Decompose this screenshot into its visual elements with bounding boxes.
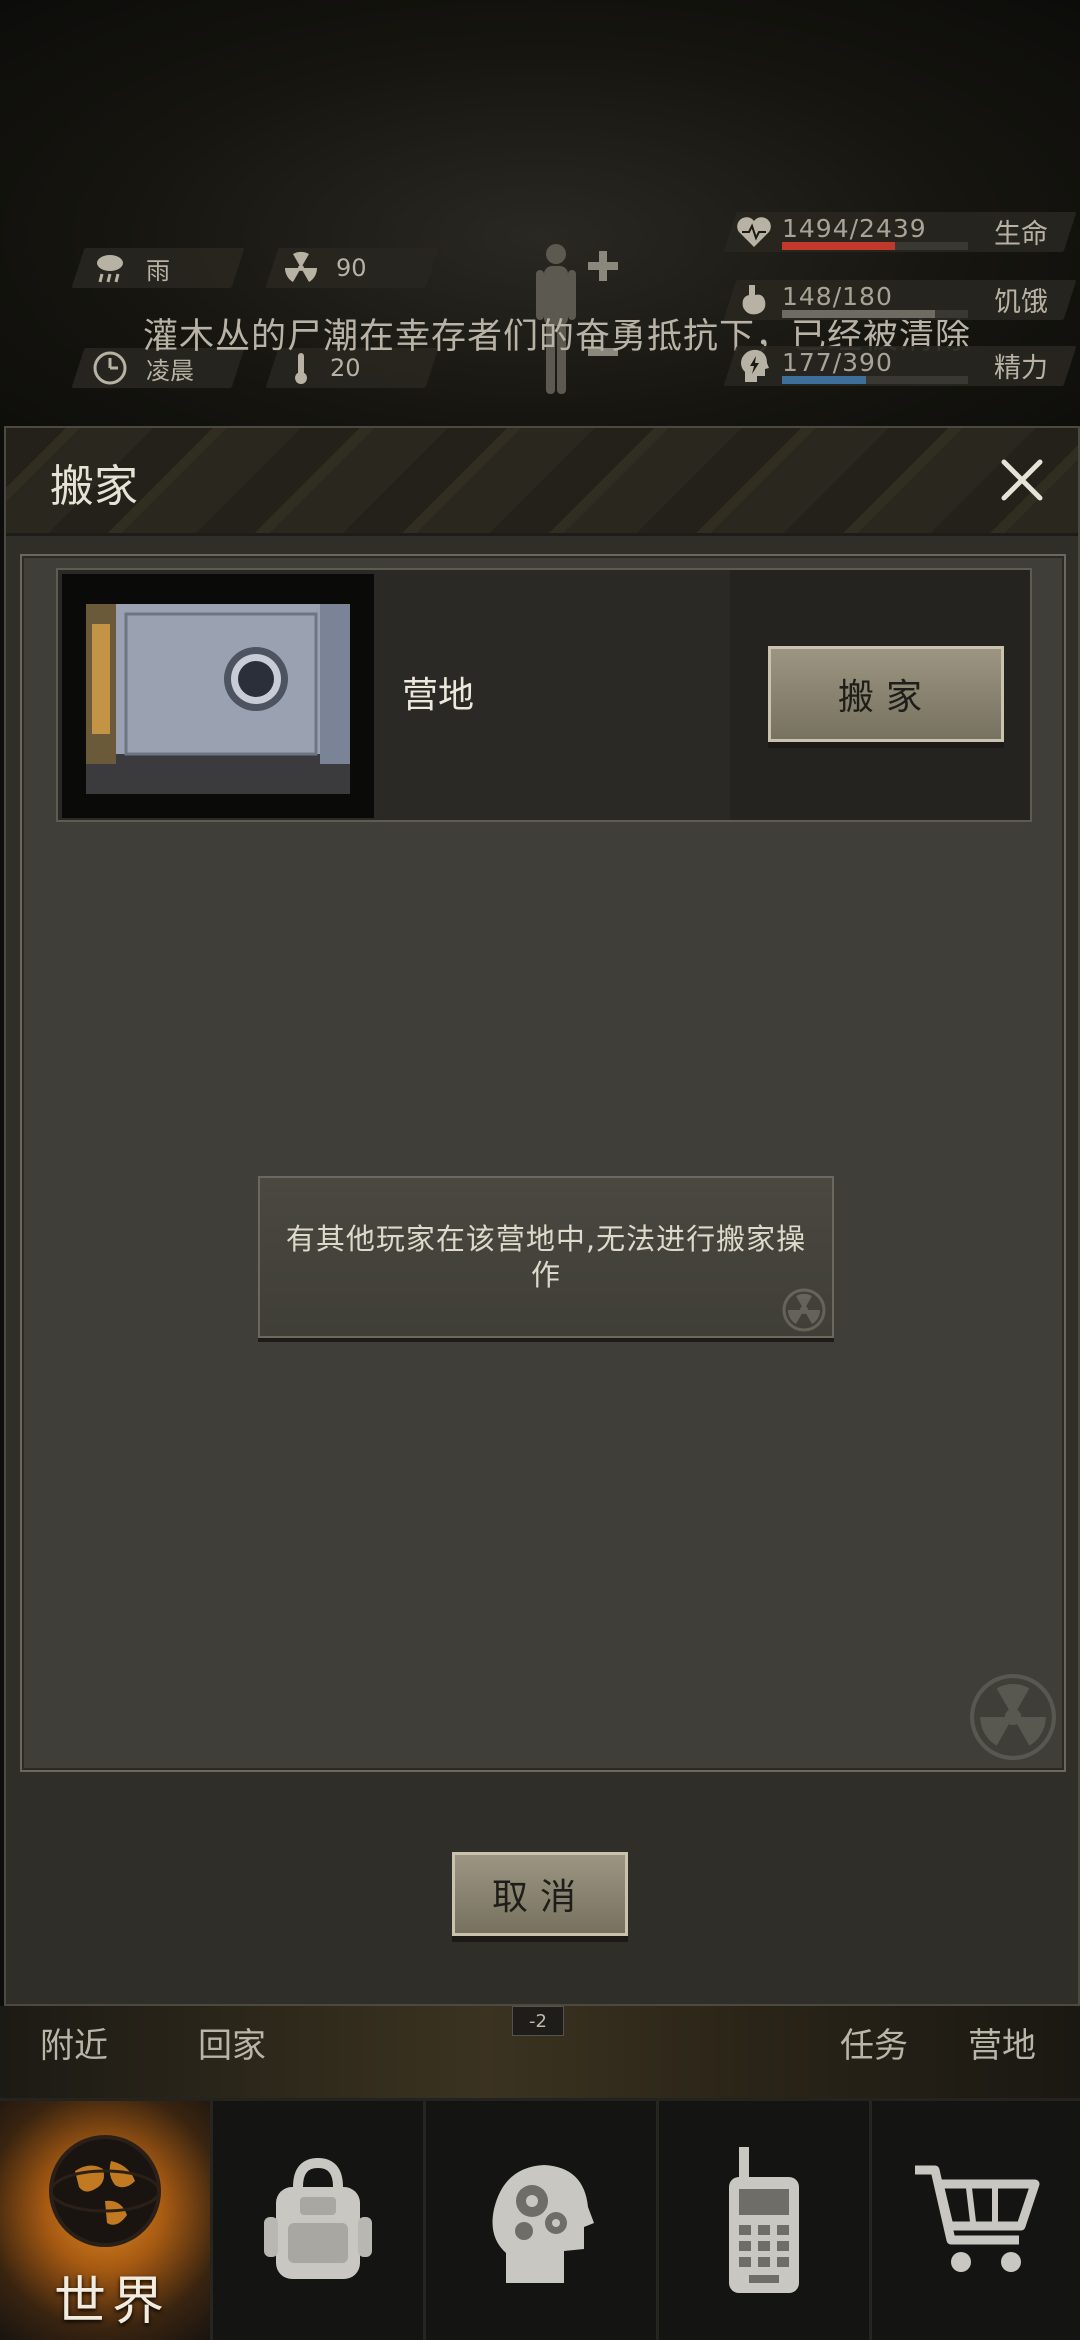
tab-world[interactable]: 世界 [0, 2101, 210, 2340]
bottom-tab-bar: 世界 [0, 2098, 1080, 2340]
cancel-button[interactable]: 取消 [452, 1852, 628, 1936]
health-bar [782, 242, 968, 250]
heart-icon [734, 212, 774, 252]
dialog-title: 搬家 [50, 461, 138, 512]
stomach-icon [734, 280, 774, 320]
tab-world-label: 世界 [54, 2272, 171, 2332]
clock-icon [93, 351, 127, 385]
close-icon[interactable] [992, 450, 1052, 510]
hunger-bar [782, 310, 968, 318]
tab-shop[interactable] [872, 2101, 1080, 2340]
health-label: 生命 [994, 219, 1048, 250]
radiation-watermark-icon [970, 1674, 1056, 1760]
energy-bar [782, 376, 968, 384]
camp-action-area: 搬家 [730, 570, 1030, 820]
hunger-value: 148/180 [782, 282, 893, 311]
backpack-icon [264, 2157, 372, 2279]
energy-stat: 177/390 [734, 346, 972, 386]
camp-list-item: 营地 搬家 [56, 568, 1032, 822]
move-button[interactable]: 搬家 [768, 646, 1004, 742]
energy-label: 精力 [994, 353, 1048, 384]
hunger-stat: 148/180 [734, 280, 972, 320]
camp-name: 营地 [402, 675, 475, 716]
level-indicator: -2 [512, 2006, 564, 2036]
tab-skills[interactable] [426, 2101, 656, 2340]
nav-nearby[interactable]: 附近 [40, 2018, 108, 2067]
radiation-icon [284, 251, 318, 282]
radiation-watermark-icon [782, 1288, 826, 1332]
nav-tasks[interactable]: 任务 [840, 2018, 908, 2067]
hunger-label: 饥饿 [994, 287, 1048, 318]
energy-head-icon [734, 346, 774, 386]
weather-text: 雨 [146, 256, 170, 285]
radio-icon [729, 2147, 799, 2293]
rain-icon [97, 255, 123, 283]
head-gears-icon [492, 2165, 594, 2283]
health-value: 1494/2439 [782, 214, 927, 243]
camp-list-panel: 营地 搬家 有其他玩家在该营地中,无法进行搬家操作 [20, 554, 1066, 1772]
radiation-pill: 90 [284, 248, 367, 288]
dialog-header: 搬家 [6, 428, 1078, 536]
energy-value: 177/390 [782, 348, 893, 377]
tab-radio[interactable] [659, 2101, 869, 2340]
move-camp-dialog: 搬家 营地 搬家 有其他玩家在该营地中,无法进行搬家操作 取消 [4, 426, 1080, 2006]
error-message: 有其他玩家在该营地中,无法进行搬家操作 [285, 1222, 807, 1292]
radiation-value: 90 [336, 254, 367, 282]
nav-home[interactable]: 回家 [198, 2018, 266, 2067]
cart-icon [915, 2165, 1040, 2272]
globe-icon [49, 2135, 161, 2247]
error-toast: 有其他玩家在该营地中,无法进行搬家操作 [258, 1176, 834, 1338]
bunker-room-image [86, 604, 350, 794]
weather-pill: 雨 [92, 248, 170, 288]
status-hud: 雨 90 凌晨 20 灌木丛的尸潮在幸存者们的奋勇抵抗下，已经被清除 1494/… [0, 0, 1080, 430]
health-stat: 1494/2439 [734, 212, 972, 252]
tab-backpack[interactable] [213, 2101, 423, 2340]
nav-camp[interactable]: 营地 [968, 2018, 1036, 2067]
camp-thumbnail-frame [62, 574, 374, 818]
